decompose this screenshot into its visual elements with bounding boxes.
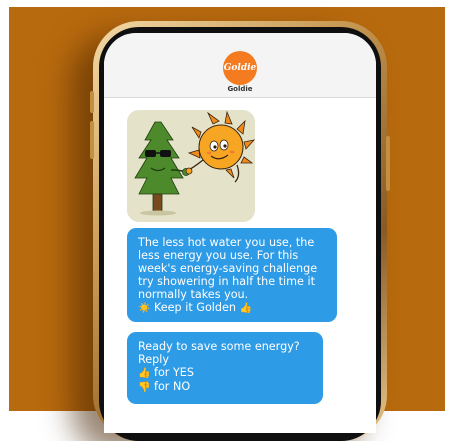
message-line: week's energy-saving challenge — [138, 262, 318, 275]
thumbs-up-emoji-icon: 👍 — [138, 368, 151, 379]
sign-off-line: ☀️ Keep it Golden 👍 — [138, 301, 328, 315]
side-button — [386, 136, 390, 191]
avatar-logo-text: Goldie — [223, 63, 257, 73]
contact-name: Goldie — [227, 85, 253, 93]
chat-header: Goldie Goldie — [104, 33, 376, 98]
thumbs-down-emoji-icon: 👎 — [138, 382, 151, 393]
message-bubble: Ready to save some energy? Reply 👍 for Y… — [127, 332, 323, 404]
side-button — [90, 91, 94, 113]
reply-option-yes: 👍 for YES — [138, 366, 314, 380]
reply-option-label: for NO — [154, 380, 191, 393]
thumbs-up-emoji-icon: 👍 — [239, 303, 252, 314]
illustration-svg — [134, 110, 255, 216]
side-button — [90, 121, 94, 159]
sun-emoji-icon: ☀️ — [138, 303, 151, 314]
message-line: normally takes you. — [138, 288, 249, 301]
reply-option-label: for YES — [154, 366, 194, 379]
message-line: try showering in half the time it — [138, 275, 315, 288]
sign-off-text: Keep it Golden — [154, 301, 236, 314]
contact-avatar[interactable]: Goldie — [223, 51, 257, 85]
message-line: Ready to save some energy? — [138, 340, 300, 353]
tree-and-sun-fistbump-icon[interactable] — [127, 110, 255, 222]
reply-option-no: 👎 for NO — [138, 380, 314, 394]
phone-screen: Goldie Goldie The less hot water you use… — [104, 33, 376, 433]
message-line: less energy you use. For this — [138, 249, 299, 262]
message-line: Reply — [138, 353, 169, 366]
message-line: The less hot water you use, the — [138, 236, 315, 249]
message-bubble: The less hot water you use, the less ene… — [127, 228, 337, 322]
